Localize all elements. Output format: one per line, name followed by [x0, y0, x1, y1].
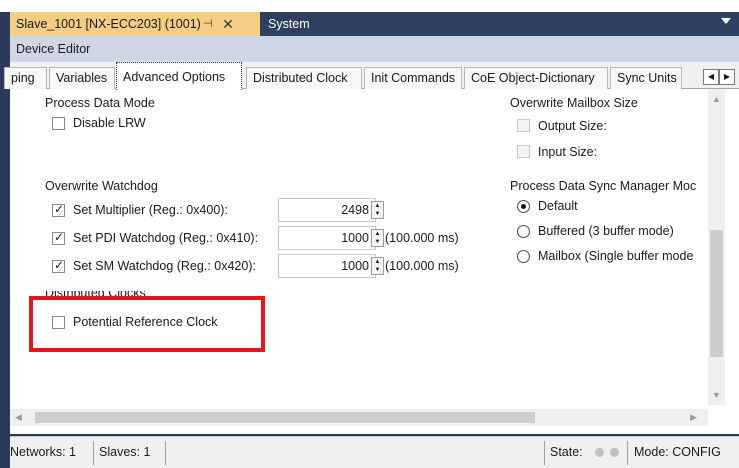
scroll-down-icon[interactable]: ▼: [712, 389, 721, 401]
set-pdi-watchdog-label: Set PDI Watchdog (Reg.: 0x410):: [73, 231, 259, 245]
vertical-scrollbar[interactable]: ▲ ▼: [708, 89, 725, 405]
scroll-left-icon[interactable]: ◀: [15, 411, 22, 423]
state-label: State:: [550, 445, 583, 459]
top-band: [0, 0, 739, 12]
state-led-icon: [610, 448, 619, 457]
tab-distributed-clock[interactable]: Distributed Clock: [246, 67, 362, 89]
sync-manager-mode-heading: Process Data Sync Manager Moc: [510, 179, 697, 193]
pdi-watchdog-stepper[interactable]: ▲ ▼: [371, 229, 384, 247]
horizontal-scroll-thumb[interactable]: [35, 412, 535, 423]
set-pdi-watchdog-checkbox[interactable]: [52, 230, 65, 245]
pdi-watchdog-note: (100.000 ms): [385, 231, 459, 245]
multiplier-stepper[interactable]: ▲ ▼: [371, 201, 384, 219]
input-size-label: Input Size:: [538, 145, 598, 159]
radio-default[interactable]: [517, 200, 530, 213]
tab-sync-units[interactable]: Sync Units: [610, 67, 682, 89]
scroll-up-icon[interactable]: ▲: [712, 93, 721, 105]
editor-title: Device Editor: [10, 36, 739, 62]
disable-lrw-checkbox[interactable]: [52, 117, 65, 130]
slaves-count: Slaves: 1: [99, 445, 151, 459]
set-multiplier-label: Set Multiplier (Reg.: 0x400):: [73, 203, 228, 217]
set-sm-watchdog-label: Set SM Watchdog (Reg.: 0x420):: [73, 259, 256, 273]
editor-content: ping Variables Advanced Options Distribu…: [4, 62, 739, 434]
tab-coe-object-dictionary[interactable]: CoE Object-Dictionary: [464, 67, 608, 89]
doc-tab-slave[interactable]: Slave_1001 [NX-ECC203] (1001) ⊣ ✕: [10, 12, 260, 36]
overwrite-watchdog-heading: Overwrite Watchdog: [45, 179, 158, 193]
status-divider: [93, 441, 94, 465]
networks-count: Networks: 1: [10, 445, 76, 459]
sm-watchdog-note: (100.000 ms): [385, 259, 459, 273]
pdi-watchdog-input[interactable]: 1000: [278, 226, 376, 250]
radio-buffered[interactable]: [517, 225, 530, 238]
sm-watchdog-input[interactable]: 1000: [278, 254, 376, 278]
disable-lrw-label: Disable LRW: [73, 116, 146, 130]
process-data-mode-heading: Process Data Mode: [45, 96, 155, 110]
red-highlight-box: [29, 296, 265, 352]
tab-advanced-options[interactable]: Advanced Options: [116, 62, 242, 90]
tab-scroll: ◀ ▶: [703, 69, 737, 87]
status-bar: Networks: 1 Slaves: 1 State: Mode: CONFI…: [10, 436, 739, 468]
set-sm-watchdog-checkbox[interactable]: [52, 258, 65, 273]
pin-icon[interactable]: ⊣: [200, 12, 216, 36]
tab-mapping[interactable]: ping: [4, 67, 47, 89]
tab-init-commands[interactable]: Init Commands: [364, 67, 462, 89]
overwrite-mailbox-heading: Overwrite Mailbox Size: [510, 96, 638, 110]
output-size-checkbox[interactable]: [517, 119, 530, 132]
state-led-icon: [595, 448, 604, 457]
status-divider: [627, 441, 628, 465]
radio-mailbox-label: Mailbox (Single buffer mode: [538, 249, 694, 263]
document-tab-bar: Slave_1001 [NX-ECC203] (1001) ⊣ ✕ System: [10, 12, 739, 36]
close-icon[interactable]: ✕: [220, 12, 236, 36]
input-size-checkbox[interactable]: [517, 145, 530, 158]
horizontal-scrollbar[interactable]: ◀ ▶: [10, 409, 708, 426]
vertical-scroll-thumb[interactable]: [710, 230, 723, 357]
tab-scroll-left-icon[interactable]: ◀: [703, 69, 719, 85]
sm-watchdog-stepper[interactable]: ▲ ▼: [371, 257, 384, 275]
multiplier-input[interactable]: 2498: [278, 198, 376, 222]
radio-mailbox[interactable]: [517, 250, 530, 263]
output-size-label: Output Size:: [538, 119, 607, 133]
doc-tab-system[interactable]: System: [262, 12, 332, 36]
radio-default-label: Default: [538, 199, 578, 213]
set-multiplier-checkbox[interactable]: [52, 202, 65, 217]
scroll-right-icon[interactable]: ▶: [690, 411, 697, 423]
chevron-down-icon[interactable]: [721, 18, 731, 24]
doc-tab-slave-label: Slave_1001 [NX-ECC203] (1001): [16, 17, 201, 31]
radio-buffered-label: Buffered (3 buffer mode): [538, 224, 674, 238]
tab-variables[interactable]: Variables: [49, 67, 115, 89]
tab-scroll-right-icon[interactable]: ▶: [719, 69, 735, 85]
editor-tabs: ping Variables Advanced Options Distribu…: [4, 62, 739, 90]
mode-label: Mode: CONFIG: [634, 445, 721, 459]
status-divider: [544, 441, 545, 465]
status-divider: [165, 441, 166, 465]
